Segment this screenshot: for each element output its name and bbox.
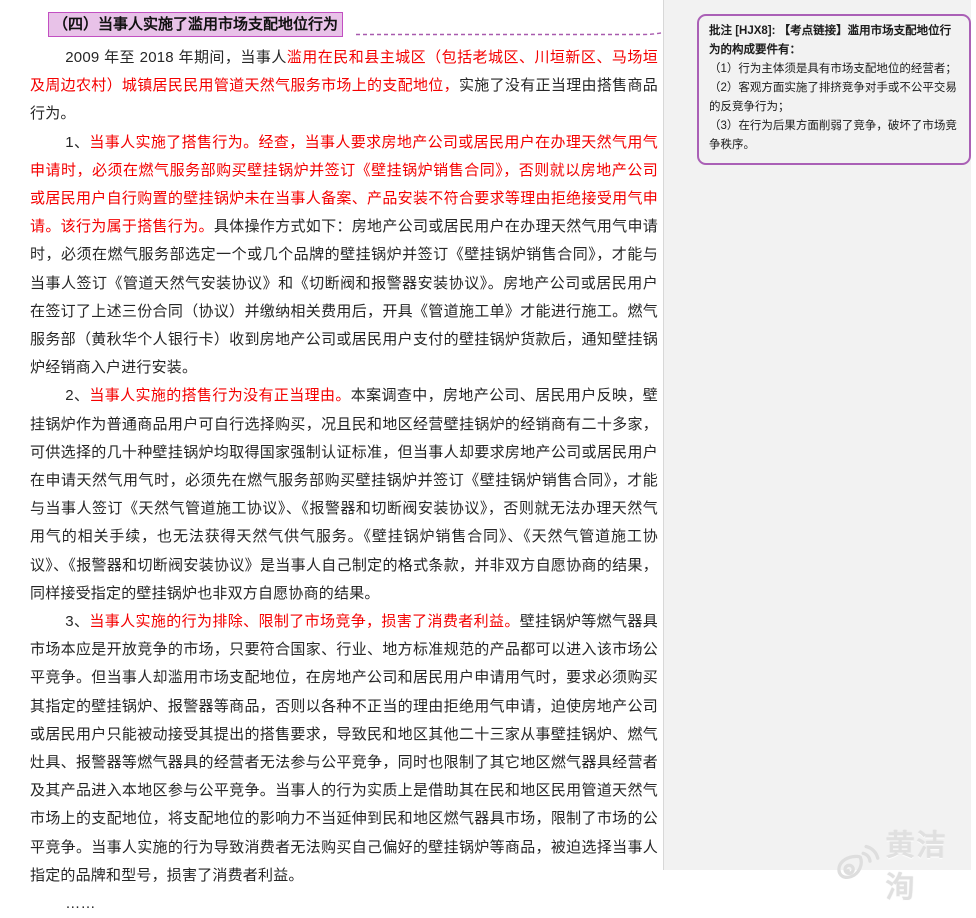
text-segment: 2、 [65,387,89,404]
text-segment: …… [65,895,95,912]
document-body: 2009 年至 2018 年期间，当事人滥用在民和县主城区（包括老城区、川垣新区… [30,44,658,918]
watermark-text: 黄洁洵 [886,822,976,906]
paragraph: 1、当事人实施了搭售行为。经查，当事人要求房地产公司或居民用户在办理天然气用气申… [30,129,658,383]
comment-list-item: （1）行为主体须是具有市场支配地位的经营者； [709,60,960,79]
comments-panel: 批注 [HJX8]: 【考点链接】滥用市场支配地位行为的构成要件有： （1）行为… [663,0,971,870]
text-segment: 本案调查中，房地产公司、居民用户反映，壁挂锅炉作为普通商品用户可自行选择购买，况… [30,387,658,601]
page-edge-strip [971,0,976,870]
comment-tag: 批注 [HJX8]: [709,25,775,37]
text-segment: 1、 [65,134,89,151]
paragraph: 2009 年至 2018 年期间，当事人滥用在民和县主城区（包括老城区、川垣新区… [30,44,658,129]
paragraph: 2、当事人实施的搭售行为没有正当理由。本案调查中，房地产公司、居民用户反映，壁挂… [30,382,658,608]
text-segment: 当事人实施的搭售行为没有正当理由。 [89,387,350,404]
comment-list-item: （3）在行为后果方面削弱了竞争，破坏了市场竞争秩序。 [709,117,960,155]
comment-items: （1）行为主体须是具有市场支配地位的经营者；（2）客观方面实施了排挤竞争对手或不… [709,60,960,155]
text-segment: 壁挂锅炉等燃气器具市场本应是开放竞争的市场，只要符合国家、行业、地方标准规范的产… [30,613,658,884]
section-heading: （四）当事人实施了滥用市场支配地位行为 [48,12,343,37]
comment-card[interactable]: 批注 [HJX8]: 【考点链接】滥用市场支配地位行为的构成要件有： （1）行为… [697,14,971,165]
document-page: （四）当事人实施了滥用市场支配地位行为 2009 年至 2018 年期间，当事人… [0,0,663,870]
text-segment: 3、 [65,613,89,630]
text-segment: 2009 年至 2018 年期间，当事人 [65,49,287,66]
paragraph: 3、当事人实施的行为排除、限制了市场竞争，损害了消费者利益。壁挂锅炉等燃气器具市… [30,608,658,890]
text-segment: 当事人实施的行为排除、限制了市场竞争，损害了消费者利益。 [89,613,519,630]
paragraph: …… [30,890,658,918]
watermark: 黄洁洵 [836,822,976,906]
weibo-logo-icon [836,843,881,885]
comment-list-item: （2）客观方面实施了排挤竞争对手或不公平交易的反竞争行为； [709,79,960,117]
text-segment: 具体操作方式如下：房地产公司或居民用户在办理天然气用气申请时，必须在燃气服务部选… [30,218,658,376]
